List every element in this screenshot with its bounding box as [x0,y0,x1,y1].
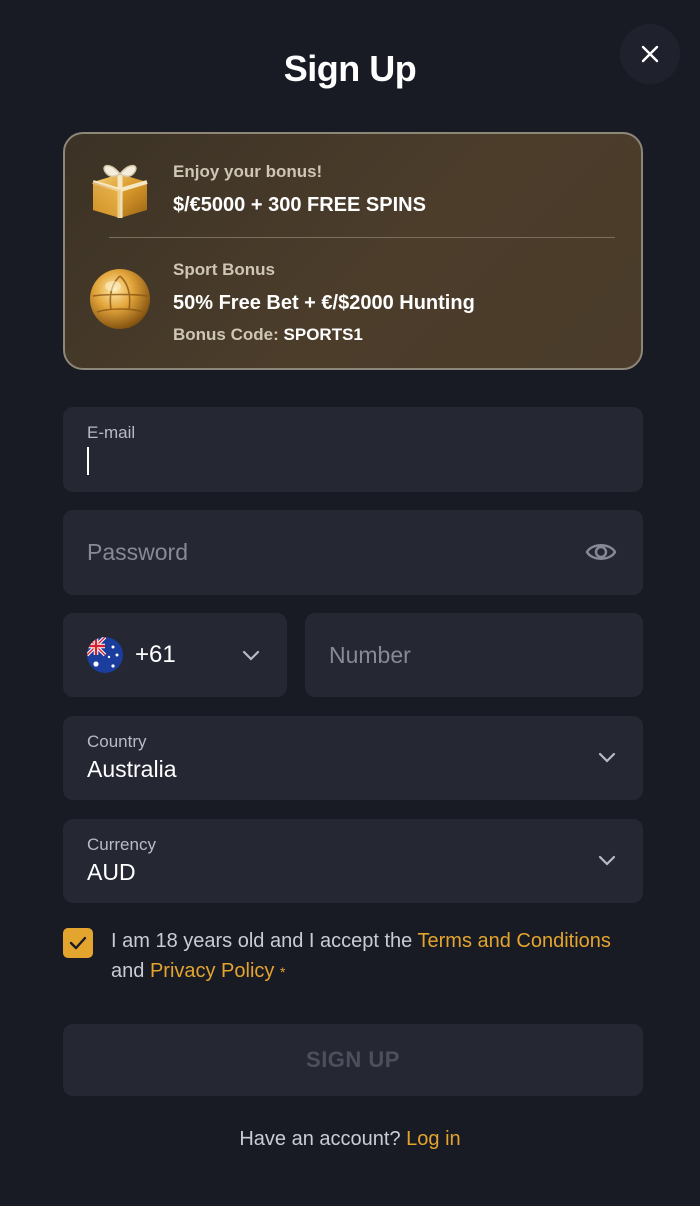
password-placeholder: Password [87,539,188,565]
eye-icon[interactable] [585,538,617,566]
currency-value: AUD [87,859,136,885]
currency-select[interactable]: Currency AUD [63,819,643,903]
bonus-card: Enjoy your bonus! $/€5000 + 300 FREE SPI… [63,132,643,370]
phone-number-input[interactable]: Number [305,613,643,697]
sport-bonus-offer: 50% Free Bet + €/$2000 Hunting [173,292,475,314]
email-field[interactable]: E-mail [63,407,643,492]
australia-flag-icon [87,637,123,673]
sport-bonus-subtitle: Sport Bonus [173,260,275,279]
terms-link[interactable]: Terms and Conditions [418,930,611,952]
consent-text: I am 18 years old and I accept the Terms… [111,926,651,987]
country-value: Australia [87,756,177,782]
currency-label: Currency [87,835,156,854]
sign-up-button[interactable]: SIGN UP [63,1024,643,1096]
privacy-link[interactable]: Privacy Policy [150,960,274,982]
consent-text-before: I am 18 years old and I accept the [111,930,413,952]
bonus-code-label: Bonus Code: [173,325,279,344]
casino-bonus-offer: $/€5000 + 300 FREE SPINS [173,194,426,216]
chevron-down-icon [242,650,260,661]
dial-code-value: +61 [135,641,176,668]
bonus-divider [109,237,615,238]
bonus-code: Bonus Code: SPORTS1 [173,325,475,345]
chevron-down-icon [598,752,616,763]
page-title: Sign Up [283,48,417,89]
login-link[interactable]: Log in [406,1128,461,1150]
checkmark-icon [69,936,87,950]
country-select[interactable]: Country Australia [63,716,643,800]
country-label: Country [87,732,147,751]
gift-box-icon [92,164,148,218]
bonus-code-value: SPORTS1 [283,325,363,344]
login-prompt: Have an account? Log in [0,1128,700,1151]
chevron-down-icon [598,855,616,866]
age-terms-checkbox[interactable] [63,928,93,958]
dial-code-select[interactable]: +61 [63,613,287,697]
gold-football-icon [90,269,150,329]
text-cursor [87,447,89,475]
required-mark: * [279,964,286,980]
casino-bonus-subtitle: Enjoy your bonus! [173,162,323,181]
password-field[interactable]: Password [63,510,643,595]
email-label: E-mail [87,423,136,442]
login-prompt-text: Have an account? [239,1128,401,1150]
consent-text-and: and [111,960,145,982]
phone-number-placeholder: Number [329,642,411,668]
